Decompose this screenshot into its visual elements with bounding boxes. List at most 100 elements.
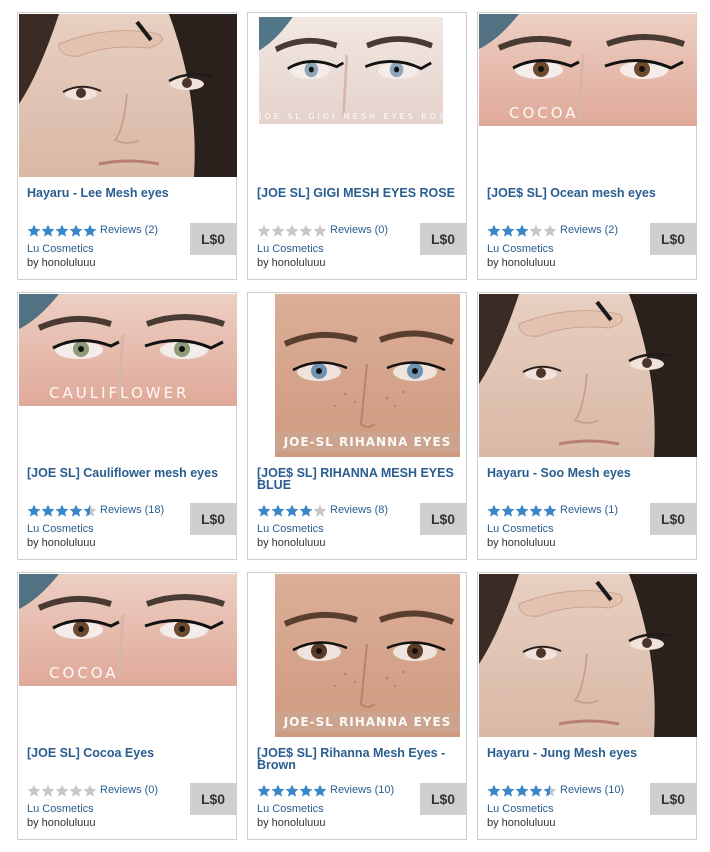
star-icon bbox=[285, 784, 299, 797]
star-icon bbox=[515, 504, 529, 517]
product-card[interactable]: JOE-SL RIHANNA EYES [JOE$ SL] Rihanna Mes… bbox=[247, 572, 467, 840]
store-link[interactable]: Lu Cosmetics bbox=[487, 803, 554, 815]
rating-stars bbox=[257, 783, 327, 797]
product-card[interactable]: COCOA [JOE$ SL] Ocean mesh eyes Reviews (2… bbox=[477, 12, 697, 280]
author-label: by honoluluuu bbox=[257, 257, 326, 269]
rating-stars bbox=[487, 503, 557, 517]
price-badge[interactable]: L$0 bbox=[650, 783, 696, 815]
image-watermark: COCOA bbox=[49, 664, 119, 682]
reviews-link[interactable]: Reviews (0) bbox=[100, 784, 158, 796]
rating-stars bbox=[27, 503, 97, 517]
product-title-link[interactable]: Hayaru - Soo Mesh eyes bbox=[487, 467, 691, 480]
price-badge[interactable]: L$0 bbox=[190, 783, 236, 815]
image-watermark: COCOA bbox=[509, 104, 579, 122]
star-icon bbox=[55, 784, 69, 797]
star-icon bbox=[515, 224, 529, 237]
rating-stars bbox=[257, 223, 327, 237]
reviews-link[interactable]: Reviews (10) bbox=[330, 784, 394, 796]
reviews-link[interactable]: Reviews (0) bbox=[330, 224, 388, 236]
price-badge[interactable]: L$0 bbox=[650, 503, 696, 535]
star-icon bbox=[543, 504, 557, 517]
product-title-link[interactable]: [JOE$ SL] RIHANNA MESH EYES BLUE bbox=[257, 467, 461, 492]
product-image[interactable]: JOE-SL RIHANNA EYES bbox=[275, 294, 460, 457]
product-image[interactable] bbox=[479, 294, 697, 457]
star-icon bbox=[69, 224, 83, 237]
reviews-link[interactable]: Reviews (18) bbox=[100, 504, 164, 516]
image-watermark: JOE SL GIGI MESH EYES ROSE bbox=[259, 112, 443, 121]
store-link[interactable]: Lu Cosmetics bbox=[27, 803, 94, 815]
reviews-link[interactable]: Reviews (2) bbox=[100, 224, 158, 236]
star-icon bbox=[55, 224, 69, 237]
product-title-link[interactable]: [JOE$ SL] Rihanna Mesh Eyes - Brown bbox=[257, 747, 461, 772]
product-card[interactable]: Hayaru - Jung Mesh eyes Reviews (10) Lu Co… bbox=[477, 572, 697, 840]
star-icon bbox=[299, 784, 313, 797]
product-title-link[interactable]: Hayaru - Jung Mesh eyes bbox=[487, 747, 691, 760]
reviews-link[interactable]: Reviews (8) bbox=[330, 504, 388, 516]
star-icon bbox=[271, 784, 285, 797]
star-icon bbox=[313, 784, 327, 797]
rating-stars bbox=[487, 223, 557, 237]
image-watermark: JOE-SL RIHANNA EYES bbox=[275, 712, 460, 732]
product-card[interactable]: Hayaru - Soo Mesh eyes Reviews (1) Lu Cosm… bbox=[477, 292, 697, 560]
star-icon bbox=[257, 784, 271, 797]
product-image[interactable]: JOE-SL RIHANNA EYES bbox=[275, 574, 460, 737]
star-icon bbox=[257, 504, 271, 517]
star-icon bbox=[41, 504, 55, 517]
product-image[interactable]: COCOA bbox=[479, 14, 697, 126]
product-card[interactable]: CAULIFLOWER [JOE SL] Cauliflower mesh eye… bbox=[17, 292, 237, 560]
product-image[interactable] bbox=[479, 574, 697, 737]
author-label: by honoluluuu bbox=[487, 257, 556, 269]
star-icon bbox=[501, 504, 515, 517]
star-icon bbox=[529, 784, 543, 797]
author-label: by honoluluuu bbox=[257, 537, 326, 549]
star-icon bbox=[487, 224, 501, 237]
product-title-link[interactable]: [JOE SL] Cauliflower mesh eyes bbox=[27, 467, 231, 480]
store-link[interactable]: Lu Cosmetics bbox=[257, 523, 324, 535]
product-image[interactable]: JOE SL GIGI MESH EYES ROSE bbox=[259, 17, 443, 124]
star-icon bbox=[41, 224, 55, 237]
product-title-link[interactable]: [JOE$ SL] Ocean mesh eyes bbox=[487, 187, 691, 200]
star-icon bbox=[543, 224, 557, 237]
product-card[interactable]: JOE SL GIGI MESH EYES ROSE [JOE SL] GIGI … bbox=[247, 12, 467, 280]
store-link[interactable]: Lu Cosmetics bbox=[487, 243, 554, 255]
product-title-link[interactable]: [JOE SL] Cocoa Eyes bbox=[27, 747, 231, 760]
star-icon bbox=[313, 224, 327, 237]
price-badge[interactable]: L$0 bbox=[420, 783, 466, 815]
star-icon bbox=[543, 784, 557, 797]
store-link[interactable]: Lu Cosmetics bbox=[257, 243, 324, 255]
price-badge[interactable]: L$0 bbox=[420, 503, 466, 535]
price-badge[interactable]: L$0 bbox=[190, 503, 236, 535]
store-link[interactable]: Lu Cosmetics bbox=[27, 523, 94, 535]
star-icon bbox=[271, 224, 285, 237]
reviews-link[interactable]: Reviews (2) bbox=[560, 224, 618, 236]
product-title-link[interactable]: Hayaru - Lee Mesh eyes bbox=[27, 187, 231, 200]
price-badge[interactable]: L$0 bbox=[650, 223, 696, 255]
product-card[interactable]: JOE-SL RIHANNA EYES [JOE$ SL] RIHANNA MES… bbox=[247, 292, 467, 560]
price-badge[interactable]: L$0 bbox=[420, 223, 466, 255]
reviews-link[interactable]: Reviews (1) bbox=[560, 504, 618, 516]
store-link[interactable]: Lu Cosmetics bbox=[487, 523, 554, 535]
rating-stars bbox=[27, 223, 97, 237]
product-title-link[interactable]: [JOE SL] GIGI MESH EYES ROSE bbox=[257, 187, 461, 200]
price-badge[interactable]: L$0 bbox=[190, 223, 236, 255]
author-label: by honoluluuu bbox=[27, 537, 96, 549]
product-image[interactable]: COCOA bbox=[19, 574, 237, 686]
star-icon bbox=[313, 504, 327, 517]
star-icon bbox=[27, 504, 41, 517]
star-icon bbox=[487, 504, 501, 517]
product-card[interactable]: Hayaru - Lee Mesh eyes Reviews (2) Lu Cosm… bbox=[17, 12, 237, 280]
star-icon bbox=[69, 784, 83, 797]
product-image[interactable]: CAULIFLOWER bbox=[19, 294, 237, 406]
product-image[interactable] bbox=[19, 14, 237, 177]
star-icon bbox=[529, 504, 543, 517]
store-link[interactable]: Lu Cosmetics bbox=[27, 243, 94, 255]
rating-stars bbox=[27, 783, 97, 797]
star-icon bbox=[271, 504, 285, 517]
star-icon bbox=[299, 224, 313, 237]
star-icon bbox=[299, 504, 313, 517]
reviews-link[interactable]: Reviews (10) bbox=[560, 784, 624, 796]
product-card[interactable]: COCOA [JOE SL] Cocoa Eyes Reviews (0) Lu Co… bbox=[17, 572, 237, 840]
star-icon bbox=[285, 504, 299, 517]
star-icon bbox=[501, 784, 515, 797]
store-link[interactable]: Lu Cosmetics bbox=[257, 803, 324, 815]
